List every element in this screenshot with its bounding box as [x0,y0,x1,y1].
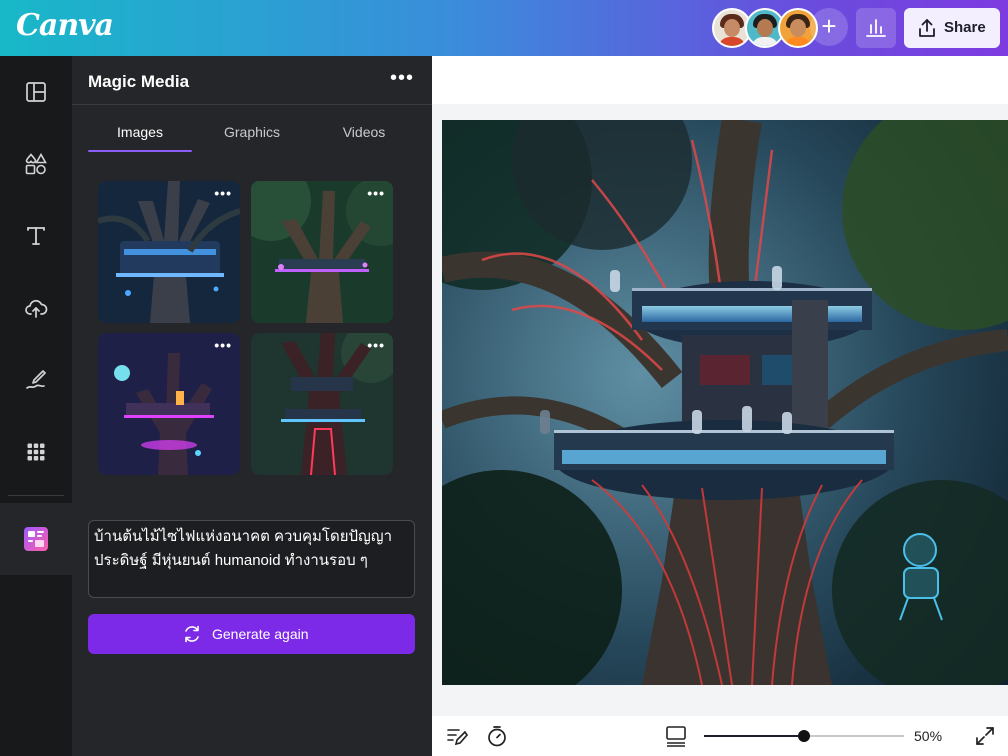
sidebar-item-text[interactable] [0,200,72,272]
generated-image-4[interactable]: ••• [251,333,393,475]
zoom-slider-handle[interactable] [798,730,810,742]
sidebar-item-design[interactable] [0,56,72,128]
elements-shapes-icon [25,152,47,175]
panel-divider [72,104,432,105]
generate-again-button[interactable]: Generate again [88,614,415,654]
bottom-toolbar: 50% [432,716,1008,756]
pages-grid-icon[interactable] [665,725,687,747]
panel-title: Magic Media [88,72,190,91]
image-more-options-button[interactable]: ••• [367,185,385,201]
magic-media-app-icon [24,527,48,551]
side-navigation [0,56,72,756]
tab-videos[interactable]: Videos [312,124,416,140]
panel-more-options-button[interactable]: ••• [388,68,416,92]
analytics-button[interactable] [856,8,896,48]
apps-grid-icon [27,443,45,461]
sidebar-item-magic-media[interactable] [0,503,72,575]
add-collaborator-button[interactable]: + [810,8,848,46]
refresh-icon [185,625,199,643]
sidebar-item-draw[interactable] [0,344,72,416]
tab-graphics[interactable]: Graphics [200,124,304,140]
share-upload-icon [919,19,935,37]
share-label: Share [944,19,986,36]
sidebar-item-elements[interactable] [0,128,72,200]
generated-image-3[interactable]: ••• [98,333,240,475]
expand-icon[interactable] [974,725,996,747]
design-canvas-area [432,56,1008,716]
image-more-options-button[interactable]: ••• [367,337,385,353]
prompt-input[interactable]: บ้านต้นไม้ไซไฟแห่งอนาคต ควบคุมโดยปัญญาปร… [88,520,415,598]
generated-image-2[interactable]: ••• [251,181,393,323]
text-icon [27,227,45,245]
active-tab-indicator [88,150,192,152]
sidebar-item-uploads[interactable] [0,272,72,344]
tab-images[interactable]: Images [88,124,192,140]
generated-image-3-art [98,333,240,475]
zoom-slider-fill [704,735,804,737]
notes-pen-icon[interactable] [446,725,468,747]
generated-image-1[interactable]: ••• [98,181,240,323]
bar-chart-icon [866,19,886,37]
generate-again-label: Generate again [212,626,309,642]
treehouse-artwork [442,120,1008,685]
sidebar-item-apps[interactable] [0,416,72,488]
share-button[interactable]: Share [904,8,1000,48]
generated-image-1-art [98,181,240,323]
design-page-image[interactable] [442,120,1008,685]
canva-logo[interactable]: Canva [16,8,114,43]
zoom-level[interactable]: 50% [914,728,942,744]
upload-cloud-icon [25,299,48,318]
generated-image-2-art [251,181,393,323]
image-more-options-button[interactable]: ••• [214,337,232,353]
layout-panels-icon [26,82,46,102]
generated-image-4-art [251,333,393,475]
plus-icon: + [821,11,837,41]
zoom-slider[interactable] [704,730,904,742]
timer-icon[interactable] [485,724,509,748]
draw-pen-icon [26,370,46,389]
magic-media-panel: Magic Media ••• Images Graphics Videos •… [72,56,432,756]
canvas-header-strip [432,56,1008,104]
sidebar-divider [8,495,64,496]
image-more-options-button[interactable]: ••• [214,185,232,201]
top-bar: Canva + Share [0,0,1008,56]
